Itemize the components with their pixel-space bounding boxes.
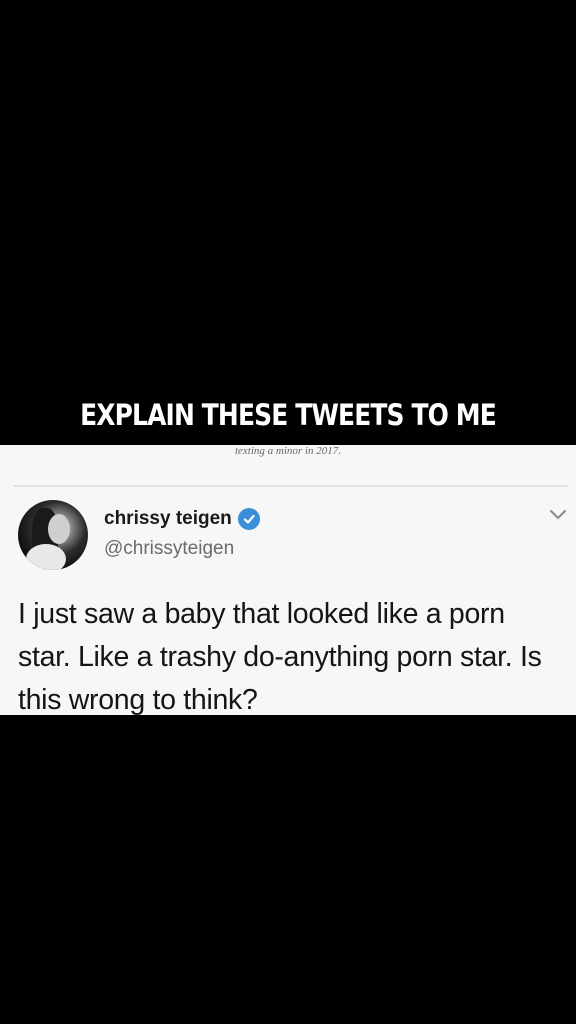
previous-tweet-fragment: texting a minor in 2017. [234, 445, 342, 457]
user-handle[interactable]: @chrissyteigen [104, 538, 234, 560]
display-name[interactable]: chrissy teigen [104, 508, 232, 530]
divider [14, 485, 568, 487]
tweet-card[interactable]: texting a minor in 2017. chrissy teigen … [0, 445, 576, 715]
verified-badge-icon [237, 508, 260, 530]
avatar-face [48, 514, 70, 544]
name-row: chrissy teigen [104, 508, 260, 530]
tweet-text: I just saw a baby that looked like a por… [18, 598, 542, 715]
video-frame: EXPLAIN THESE TWEETS TO ME texting a min… [0, 0, 576, 1024]
checkmark-icon [243, 514, 255, 524]
avatar-fur [26, 544, 66, 570]
avatar[interactable] [18, 500, 88, 570]
caption-overlay: EXPLAIN THESE TWEETS TO ME [80, 398, 497, 432]
chevron-down-icon[interactable] [548, 508, 568, 522]
